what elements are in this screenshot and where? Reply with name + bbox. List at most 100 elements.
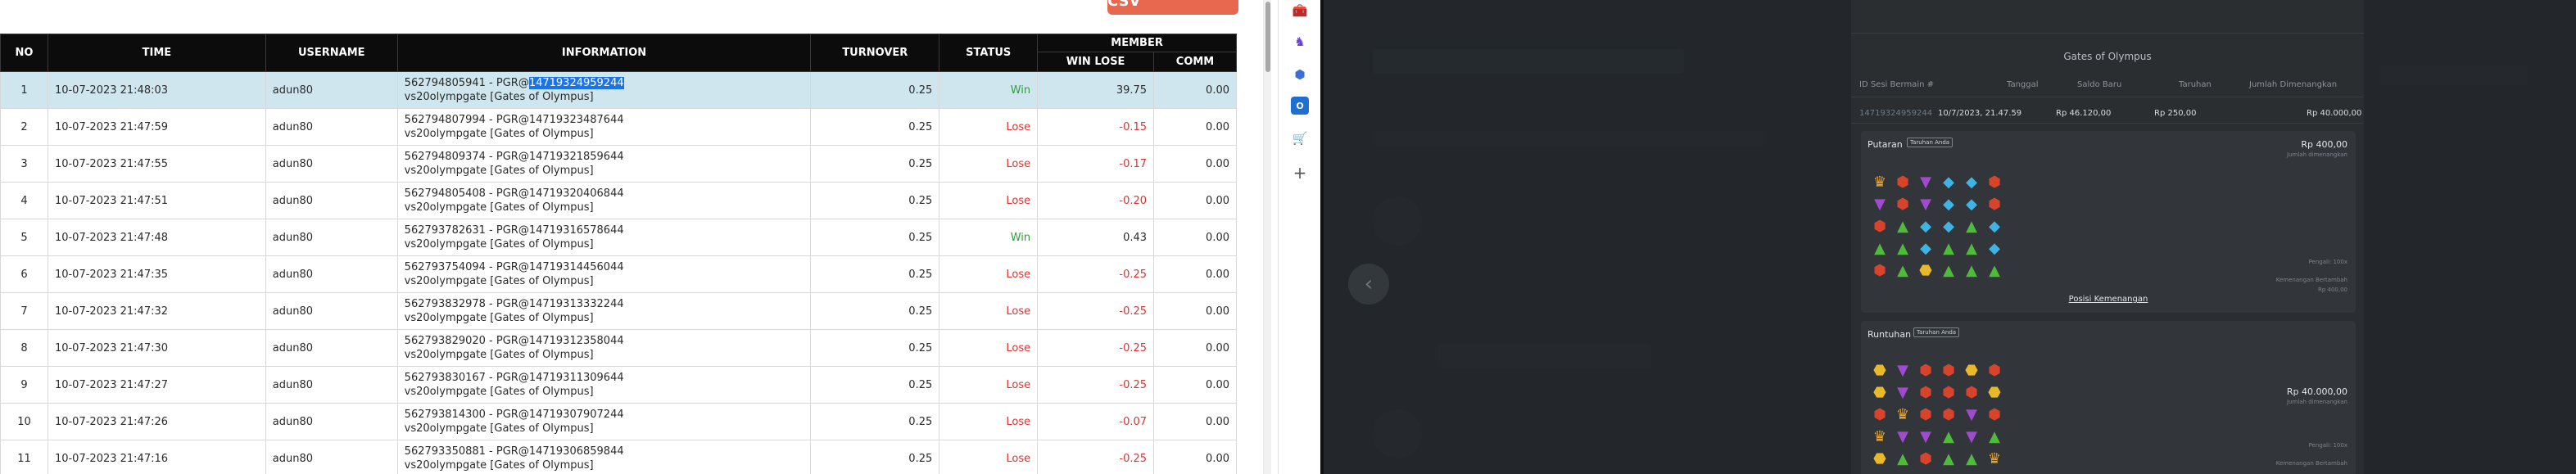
- back-arrow-icon[interactable]: ‹: [1348, 264, 1389, 305]
- table-row[interactable]: 11 10-07-2023 21:47:16 adun80 562793350881 …: [0, 440, 1237, 474]
- cell-username: adun80: [265, 292, 398, 330]
- win-positions-link[interactable]: Posisi Kemenangan: [1861, 295, 2356, 304]
- cell-win-lose: 0.43: [1037, 219, 1155, 256]
- slot-symbol-icon: ▲: [1966, 262, 1977, 279]
- info-game-name: vs20olympgate [Gates of Olympus]: [404, 349, 594, 361]
- cell-username: adun80: [265, 329, 398, 367]
- table-scrollbar-thumb[interactable]: [1265, 2, 1270, 72]
- slot-symbol-icon: ▼: [1897, 362, 1908, 379]
- background-content: [2380, 65, 2528, 85]
- betting-history-table: NO TIME USERNAME INFORMATION TURNOVER ST…: [0, 34, 1237, 474]
- slot-symbol-icon: ⬣: [1965, 362, 1978, 379]
- cell-no: 11: [0, 440, 48, 474]
- cell-no: 1: [0, 71, 48, 109]
- new-balance-header: Saldo Baru: [2077, 80, 2122, 89]
- slot-symbol-icon: ⬣: [1988, 384, 2001, 401]
- background-content: [1373, 131, 1766, 146]
- slot-symbol-icon: ♛: [1987, 450, 2002, 467]
- info-bet-id: 562794805941 - PGR@: [404, 77, 529, 89]
- info-game-name: vs20olympgate [Gates of Olympus]: [404, 422, 594, 435]
- info-game-name: vs20olympgate [Gates of Olympus]: [404, 275, 594, 287]
- row-divider: [1851, 123, 2364, 124]
- slot-symbol-icon: ⬢: [1919, 384, 1932, 401]
- cell-time: 10-07-2023 21:47:16: [47, 440, 266, 474]
- cell-no: 8: [0, 329, 48, 367]
- export-csv-button[interactable]: EXPORT TO CSV: [1107, 0, 1238, 15]
- toolbox-icon[interactable]: 🧰: [1291, 2, 1309, 20]
- table-row[interactable]: 8 10-07-2023 21:47:30 adun80 562793829020 -…: [0, 329, 1237, 367]
- cell-time: 10-07-2023 21:47:27: [47, 366, 266, 404]
- slot-symbol-icon: ◆: [1966, 196, 1977, 213]
- slot-symbol-icon: ▲: [1966, 218, 1977, 235]
- cell-win-lose: -0.07: [1037, 403, 1155, 440]
- slot-symbol-icon: ⬢: [1873, 262, 1886, 279]
- cell-comm: 0.00: [1153, 366, 1237, 404]
- cell-time: 10-07-2023 21:47:51: [47, 182, 266, 219]
- cart-icon[interactable]: 🛒: [1291, 129, 1309, 147]
- spin-win-added-caption: Kemenangan Bertambah: [2275, 277, 2347, 283]
- cell-time: 10-07-2023 21:47:30: [47, 329, 266, 367]
- tumble-symbol-grid: ⬣ ▼ ⬢ ⬢ ⬣ ⬢ ⬣ ▼ ⬢ ⬢ ⬢ ⬣ ⬢ ♛ ⬢ ⬢ ▼ ⬢ ♛ ▼ ▼ ▲ ▼ ▲ ⬣ ▲ ⬢ ▲ ▲ ♛: [1869, 360, 2007, 471]
- table-row[interactable]: 3 10-07-2023 21:47:55 adun80 562794809374 -…: [0, 145, 1237, 183]
- info-bet-id: 562794809374 - PGR@14719321859644: [404, 151, 624, 163]
- slot-symbol-icon: ◆: [1920, 218, 1931, 235]
- slot-symbol-icon: ▲: [1943, 450, 1954, 467]
- spin-section: Putaran Taruhan Anda Rp 400,00 Jumlah di…: [1861, 131, 2356, 313]
- table-row[interactable]: 5 10-07-2023 21:47:48 adun80 562793782631 -…: [0, 219, 1237, 256]
- extension-icon[interactable]: ⬢: [1291, 65, 1309, 84]
- info-game-name: vs20olympgate [Gates of Olympus]: [404, 165, 594, 177]
- table-row[interactable]: 10 10-07-2023 21:47:26 adun80 562793814300 …: [0, 403, 1237, 440]
- table-scrollbar[interactable]: [1263, 0, 1271, 474]
- slot-symbol-icon: ◆: [1989, 218, 2000, 235]
- chess-icon[interactable]: ♞: [1291, 33, 1309, 51]
- background-avatar: [1373, 196, 1422, 246]
- info-bet-id: 562793830167 - PGR@14719311309644: [404, 372, 624, 384]
- tumble-win-added-caption: Kemenangan Bertambah: [2275, 460, 2347, 467]
- slot-symbol-icon: ♛: [1872, 174, 1887, 191]
- header-comm[interactable]: COMM: [1153, 52, 1237, 72]
- header-username[interactable]: USERNAME: [265, 34, 398, 72]
- date-header: Tanggal: [2007, 80, 2039, 89]
- spin-bet-tag: Taruhan Anda: [1907, 138, 1954, 147]
- spin-symbol-grid: ♛ ⬢ ▼ ◆ ◆ ⬢ ▼ ⬢ ▼ ◆ ◆ ⬢ ⬢ ▲ ◆ ◆ ▲ ◆ ▲ ▲ ◆ ▲ ▲ ◆ ⬢ ▲ ⬣ ▲ ▲ ▲: [1869, 172, 2007, 282]
- game-title: Gates of Olympus: [2063, 51, 2152, 62]
- cell-comm: 0.00: [1153, 292, 1237, 330]
- table-row[interactable]: 7 10-07-2023 21:47:32 adun80 562793832978 -…: [0, 292, 1237, 330]
- header-turnover[interactable]: TURNOVER: [810, 34, 940, 72]
- table-row[interactable]: 1 10-07-2023 21:48:03 adun80 562794805941 -…: [0, 71, 1237, 109]
- slot-symbol-icon: ⬢: [1942, 384, 1955, 401]
- round-id-header: ID Sesi Bermain #: [1859, 80, 1934, 89]
- header-time[interactable]: TIME: [47, 34, 266, 72]
- cell-no: 5: [0, 219, 48, 256]
- table-row[interactable]: 6 10-07-2023 21:47:35 adun80 562793754094 -…: [0, 255, 1237, 293]
- add-icon[interactable]: +: [1291, 163, 1309, 183]
- slot-symbol-icon: ◆: [1989, 240, 2000, 257]
- cell-status: Win: [939, 71, 1039, 109]
- cell-time: 10-07-2023 21:47:48: [47, 219, 266, 256]
- slot-symbol-icon: ▼: [1966, 428, 1977, 445]
- info-bet-id: 562794805408 - PGR@14719320406844: [404, 187, 624, 200]
- slot-symbol-icon: ◆: [1943, 196, 1954, 213]
- cell-no: 7: [0, 292, 48, 330]
- slot-symbol-icon: ▲: [1874, 240, 1886, 257]
- info-selected-text[interactable]: 14719324959244: [528, 77, 624, 89]
- slot-symbol-icon: ⬢: [1942, 406, 1955, 423]
- table-row[interactable]: 9 10-07-2023 21:47:27 adun80 562793830167 -…: [0, 366, 1237, 404]
- table-row[interactable]: 2 10-07-2023 21:47:59 adun80 562794807994 -…: [0, 108, 1237, 146]
- table-row[interactable]: 4 10-07-2023 21:47:51 adun80 562794805408 -…: [0, 182, 1237, 219]
- info-game-name: vs20olympgate [Gates of Olympus]: [404, 128, 594, 140]
- slot-symbol-icon: ⬢: [1942, 362, 1955, 379]
- slot-symbol-icon: ▲: [1989, 262, 2000, 279]
- cell-no: 4: [0, 182, 48, 219]
- spin-amount: Rp 400,00: [2301, 139, 2347, 150]
- header-no[interactable]: NO: [0, 34, 48, 72]
- spin-multiplier: Pengali: 100x: [2308, 259, 2347, 265]
- betting-history-pane: EXPORT TO CSV NO TIME USERNAME INFORMATI…: [0, 0, 1278, 474]
- info-game-name: vs20olympgate [Gates of Olympus]: [404, 91, 594, 103]
- header-win-lose[interactable]: WIN LOSE: [1037, 52, 1155, 72]
- header-status[interactable]: STATUS: [939, 34, 1039, 72]
- header-information[interactable]: INFORMATION: [396, 34, 812, 72]
- cell-win-lose: -0.17: [1037, 145, 1155, 183]
- outlook-icon[interactable]: O: [1291, 97, 1309, 115]
- info-game-name: vs20olympgate [Gates of Olympus]: [404, 386, 594, 398]
